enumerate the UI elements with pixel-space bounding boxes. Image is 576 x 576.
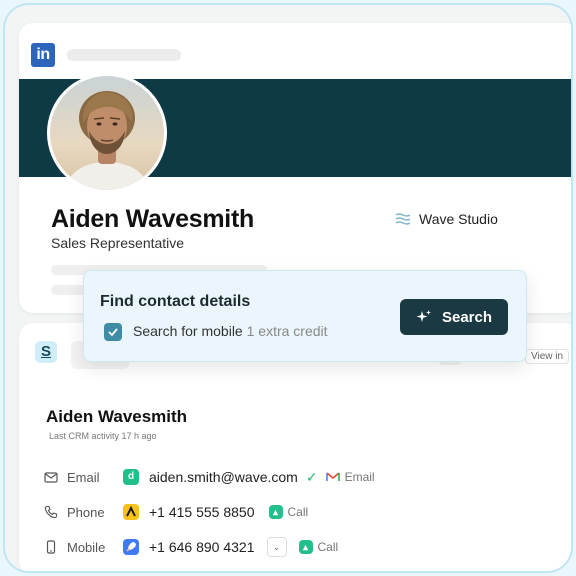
search-button[interactable]: Search (400, 299, 508, 335)
call-app-icon (298, 540, 313, 554)
check-icon (108, 328, 118, 337)
arrow-source-icon (123, 504, 139, 520)
chevron-down-icon[interactable]: ⌄ (266, 537, 287, 557)
phone-call-action[interactable]: Call (268, 505, 309, 519)
mobile-row: Mobile +1 646 890 4321 ⌄ Call (43, 535, 563, 559)
mobile-value[interactable]: +1 646 890 4321 ⌄ Call (149, 537, 338, 557)
email-action[interactable]: Email (325, 470, 375, 484)
phone-value[interactable]: +1 415 555 8850 Call (149, 504, 308, 520)
app-frame: in Aiden Wavesmith Sales Representative … (3, 3, 573, 573)
rocket-icon (123, 539, 139, 555)
linkedin-logo[interactable]: in (31, 43, 55, 67)
phone-number[interactable]: +1 415 555 8850 (149, 504, 255, 520)
mail-icon (43, 469, 59, 485)
phone-icon (43, 504, 59, 520)
email-label: Email (67, 469, 100, 485)
email-row: Email d aiden.smith@wave.com ✓ Email (43, 465, 563, 489)
header-placeholder (67, 49, 181, 61)
search-mobile-label: Search for mobile (133, 323, 243, 339)
company-link[interactable]: Wave Studio (395, 211, 498, 227)
crm-contact-name: Aiden Wavesmith (46, 407, 188, 426)
gmail-icon (325, 472, 340, 482)
mobile-icon (43, 539, 59, 555)
email-address[interactable]: aiden.smith@wave.com (149, 469, 298, 485)
profile-title: Sales Representative (51, 235, 185, 251)
avatar[interactable] (47, 73, 167, 193)
view-in-button[interactable]: View in (525, 349, 570, 364)
call-action-label: Call (287, 505, 309, 519)
company-name: Wave Studio (419, 211, 498, 227)
email-action-label: Email (344, 470, 375, 484)
email-value[interactable]: aiden.smith@wave.com ✓ Email (149, 469, 375, 486)
phone-row: Phone +1 415 555 8850 Call (43, 500, 563, 524)
mobile-label: Mobile (67, 539, 106, 555)
crm-logo[interactable]: S (35, 341, 57, 363)
avatar-photo (50, 76, 164, 190)
popup-title: Find contact details (100, 293, 251, 310)
crm-last-activity: Last CRM activity 17 h ago (49, 431, 157, 441)
call-action-label: Call (317, 540, 339, 554)
find-contact-popup: Find contact details Search for mobile 1… (83, 270, 527, 362)
search-mobile-checkbox[interactable] (104, 323, 122, 341)
mobile-number[interactable]: +1 646 890 4321 (149, 539, 255, 555)
extra-credit-note: 1 extra credit (246, 323, 328, 339)
profile-name: Aiden Wavesmith (51, 205, 254, 233)
source-d-icon: d (123, 469, 139, 485)
sparkle-icon (416, 310, 431, 322)
verified-check-icon: ✓ (305, 468, 318, 485)
waves-icon (395, 213, 411, 225)
phone-label: Phone (67, 504, 105, 520)
search-button-label: Search (441, 308, 493, 326)
search-mobile-option[interactable]: Search for mobile 1 extra credit (133, 323, 328, 339)
mobile-call-action[interactable]: Call (298, 540, 339, 554)
call-app-icon (268, 505, 283, 519)
